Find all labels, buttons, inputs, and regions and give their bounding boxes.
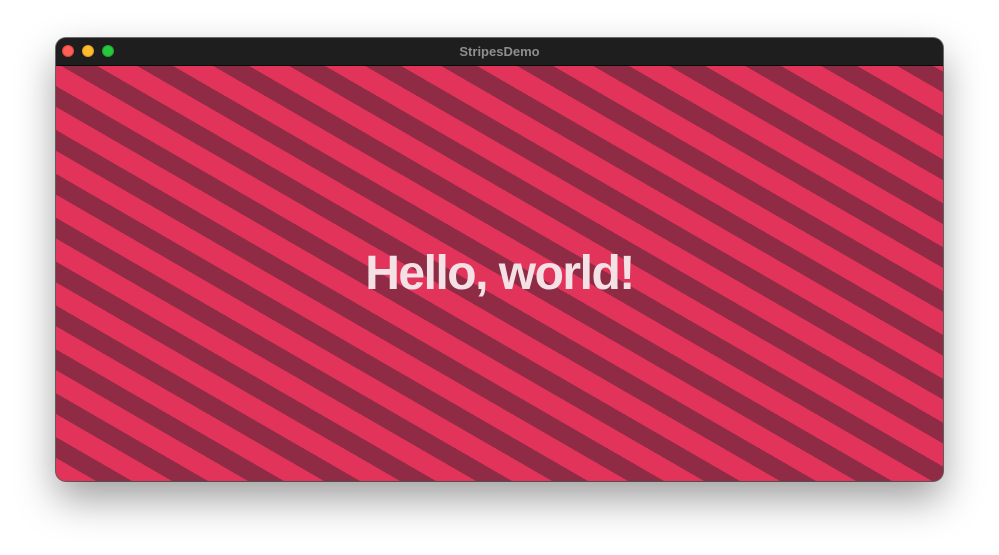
striped-background: Hello, world! — [56, 66, 943, 481]
app-window: StripesDemo Hello, world! — [56, 38, 943, 481]
window-title: StripesDemo — [459, 44, 540, 59]
title-bar[interactable]: StripesDemo — [56, 38, 943, 66]
hello-world-text: Hello, world! — [365, 247, 635, 300]
